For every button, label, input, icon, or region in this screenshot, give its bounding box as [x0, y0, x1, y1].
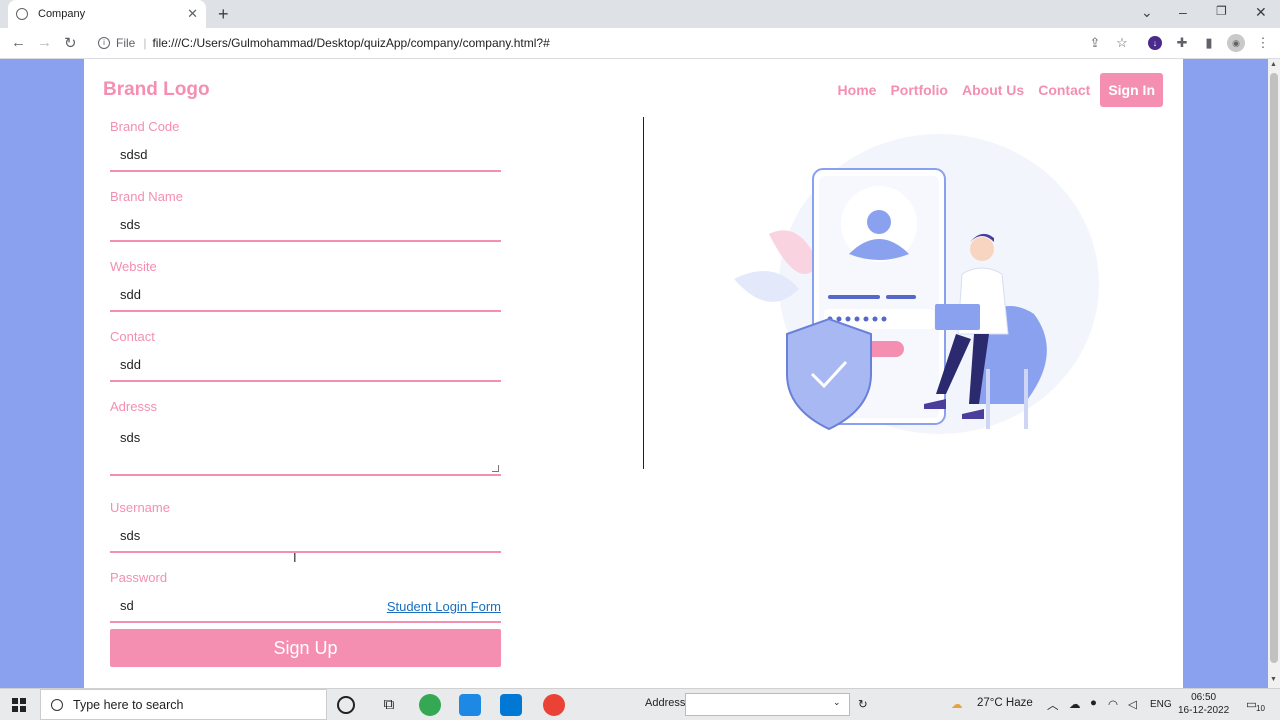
username-field: Username sds	[110, 500, 501, 553]
top-nav: Home Portfolio About Us Contact Sign In	[824, 73, 1163, 107]
minimize-icon[interactable]: –	[1179, 4, 1187, 20]
url-separator: |	[143, 36, 147, 50]
search-icon	[51, 698, 63, 711]
sign-up-button[interactable]: Sign Up	[110, 629, 501, 667]
globe-icon	[16, 8, 28, 20]
reload-icon[interactable]: ↻	[64, 34, 77, 52]
windows-start-icon[interactable]	[12, 698, 26, 712]
volume-icon[interactable]: ◁	[1128, 697, 1137, 711]
brand-name-field: Brand Name sds	[110, 189, 501, 242]
tab-title: Company	[38, 8, 86, 20]
nav-contact[interactable]: Contact	[1038, 82, 1090, 98]
login-illustration	[734, 134, 1099, 434]
brand-code-label: Brand Code	[110, 119, 180, 134]
microphone-icon[interactable]: ●	[1090, 697, 1097, 709]
brand-name-input[interactable]: sds	[110, 209, 501, 242]
address-field: Adresss sds	[110, 399, 501, 476]
bookmark-star-icon[interactable]: ☆	[1115, 36, 1129, 50]
sign-in-button[interactable]: Sign In	[1100, 73, 1163, 107]
address-textarea[interactable]: sds	[110, 419, 501, 476]
vscode-icon[interactable]	[500, 694, 522, 716]
nav-about-us[interactable]: About Us	[962, 82, 1024, 98]
page-scrollbar[interactable]: ▲ ▼	[1268, 59, 1280, 688]
new-tab-icon[interactable]: +	[218, 4, 229, 25]
contact-field: Contact sdd	[110, 329, 501, 382]
cortana-icon[interactable]	[337, 696, 355, 714]
url-scheme: File	[116, 36, 136, 50]
address-toolbar-input[interactable]	[685, 693, 850, 716]
profile-avatar-icon[interactable]: ◉	[1227, 34, 1245, 52]
window-close-icon[interactable]: ✕	[1255, 4, 1267, 21]
menu-icon[interactable]: ⋮	[1256, 36, 1270, 50]
info-icon[interactable]: i	[98, 37, 110, 49]
weather-text[interactable]: 27°C Haze	[977, 697, 1033, 709]
contact-input[interactable]: sdd	[110, 349, 501, 382]
onedrive-icon[interactable]: ☁	[1069, 697, 1081, 711]
website-input[interactable]: sdd	[110, 279, 501, 312]
chrome-icon[interactable]	[419, 694, 441, 716]
brand-logo[interactable]: Brand Logo	[103, 79, 210, 101]
resize-grip-icon[interactable]	[492, 465, 499, 472]
address-dropdown-icon[interactable]: ⌄	[833, 697, 841, 708]
website-field: Website sdd	[110, 259, 501, 312]
download-icon[interactable]: ↓	[1148, 36, 1162, 50]
clock-date: 16-12-2022	[1178, 705, 1230, 716]
side-panel-icon[interactable]: ▮	[1202, 36, 1216, 50]
close-tab-icon[interactable]: ✕	[187, 6, 198, 22]
share-icon[interactable]: ⇪	[1088, 36, 1102, 50]
password-label: Password	[110, 570, 168, 585]
password-field: Password sd	[110, 570, 501, 623]
clock-time: 06:50	[1191, 692, 1217, 703]
back-icon[interactable]: ←	[11, 34, 26, 51]
notification-count: 10	[1256, 704, 1265, 713]
chrome-active-icon[interactable]	[543, 694, 565, 716]
main-card: Brand Logo Home Portfolio About Us Conta…	[84, 59, 1183, 688]
vertical-divider	[643, 117, 644, 469]
nav-portfolio[interactable]: Portfolio	[890, 82, 948, 98]
tray-chevron-icon[interactable]: ︿	[1047, 697, 1059, 713]
student-login-link[interactable]: Student Login Form	[387, 599, 501, 614]
search-placeholder: Type here to search	[73, 697, 184, 712]
brand-name-label: Brand Name	[110, 189, 183, 204]
address-toolbar-label: Address	[645, 697, 686, 709]
brand-code-input[interactable]: sdsd	[110, 139, 501, 172]
forward-icon[interactable]: →	[37, 34, 52, 51]
text-cursor-icon: I	[293, 550, 297, 565]
taskbar-clock[interactable]: 06:50 16-12-2022	[1178, 691, 1229, 717]
username-label: Username	[110, 500, 170, 515]
scroll-thumb[interactable]	[1270, 73, 1278, 663]
scroll-up-icon[interactable]: ▲	[1270, 61, 1277, 68]
scroll-down-icon[interactable]: ▼	[1270, 676, 1277, 683]
address-bar[interactable]: i File | file:///C:/Users/Gulmohammad/De…	[88, 30, 1144, 56]
language-indicator[interactable]: ENG	[1150, 699, 1172, 710]
address-label: Adresss	[110, 399, 157, 414]
contact-label: Contact	[110, 329, 155, 344]
address-value: sds	[120, 430, 141, 445]
restore-icon[interactable]: ❐	[1216, 4, 1227, 18]
extensions-icon[interactable]: ✚	[1175, 36, 1189, 50]
outlook-icon[interactable]	[459, 694, 481, 716]
username-input[interactable]: sds	[110, 520, 501, 553]
page-background: Brand Logo Home Portfolio About Us Conta…	[0, 59, 1268, 688]
browser-tab[interactable]: Company ✕	[8, 0, 206, 28]
website-label: Website	[110, 259, 157, 274]
browser-toolbar: ← → ↻ i File | file:///C:/Users/Gulmoham…	[0, 28, 1280, 59]
company-signup-form: Brand Code sdsd Brand Name sds Website s…	[110, 119, 501, 667]
tab-strip: Company ✕ + ⌄ – ❐ ✕	[0, 0, 1280, 28]
weather-icon[interactable]: ☁	[951, 697, 963, 711]
tab-search-icon[interactable]: ⌄	[1141, 4, 1153, 21]
nav-home[interactable]: Home	[838, 82, 877, 98]
task-view-icon[interactable]: ⧉	[378, 694, 400, 716]
taskbar-search[interactable]: Type here to search	[40, 689, 327, 720]
windows-taskbar: Type here to search ⧉ Address ⌄ ↻ ☁ 27°C…	[0, 688, 1280, 720]
brand-code-field: Brand Code sdsd	[110, 119, 501, 172]
url-text: file:///C:/Users/Gulmohammad/Desktop/qui…	[152, 36, 550, 50]
wifi-icon[interactable]: ◠	[1108, 697, 1118, 711]
address-go-icon[interactable]: ↻	[858, 697, 868, 711]
